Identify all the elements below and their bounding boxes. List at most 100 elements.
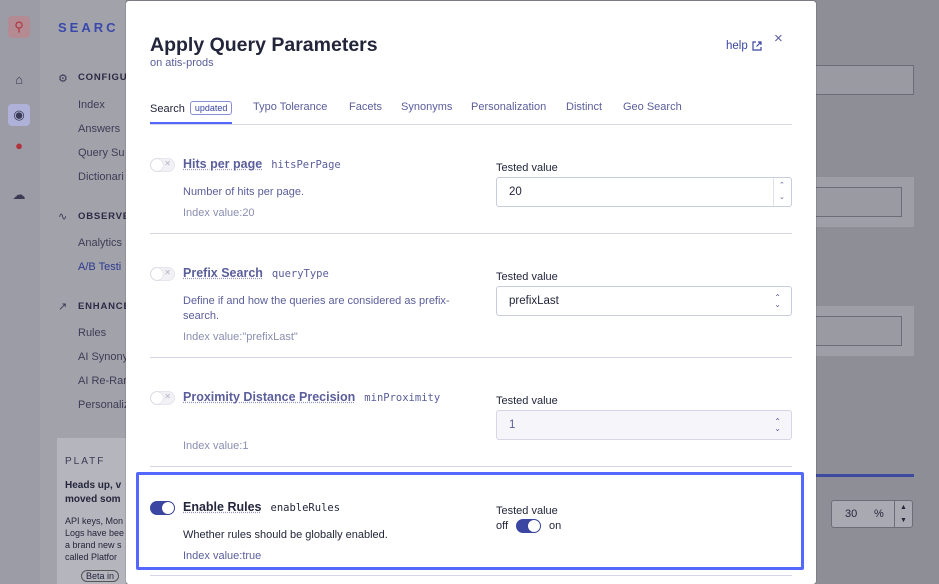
tested-value: 1	[509, 419, 516, 431]
param-name: Prefix Search queryType	[183, 266, 329, 280]
select-arrows-icon: ⌃ ⌄	[774, 417, 781, 433]
prefix-search-toggle[interactable]: ✕	[150, 267, 175, 281]
param-description: Define if and how the queries are consid…	[183, 295, 450, 322]
percent-spinner[interactable]: ▲ ▼	[894, 501, 912, 527]
tab-search[interactable]: Search updated	[150, 101, 233, 124]
platform-heading: PLATF	[65, 456, 106, 467]
bg-input-1	[816, 65, 914, 95]
number-stepper[interactable]: ⌃ ⌄	[773, 178, 791, 206]
hits-per-page-toggle[interactable]: ✕	[150, 158, 175, 172]
external-link-icon	[752, 41, 762, 51]
param-index-value: Index value:"prefixLast"	[183, 331, 298, 343]
platform-line1: Heads up, v	[65, 480, 122, 491]
gear-icon: ⚙	[58, 73, 68, 85]
param-index-value: Index value:true	[183, 550, 262, 562]
home-icon[interactable]: ⌂	[8, 68, 30, 90]
tested-value: 20	[509, 186, 522, 198]
parameter-tabs: Search updated Typo Tolerance Facets Syno…	[150, 97, 792, 125]
platform-card: PLATF Heads up, v moved som API keys, Mo…	[57, 438, 126, 584]
tab-search-label: Search	[150, 103, 185, 115]
param-key: enableRules	[270, 502, 341, 514]
brand-logo: SEARC	[58, 20, 119, 35]
sidebar-heading-observe: OBSERVE	[78, 211, 130, 222]
sidebar-item-index[interactable]: Index	[78, 99, 105, 111]
tested-value: prefixLast	[509, 295, 559, 307]
sidebar-item-answers[interactable]: Answers	[78, 123, 120, 135]
percent-stepper[interactable]: 30 % ▲ ▼	[831, 500, 913, 528]
tested-value-label: Tested value	[496, 395, 558, 407]
percent-unit: %	[874, 508, 884, 520]
param-row-enable-rules: Enable Rules enableRules Whether rules sh…	[150, 467, 792, 576]
tab-geo-search[interactable]: Geo Search	[623, 101, 682, 124]
param-name: Hits per page hitsPerPage	[183, 157, 341, 171]
param-index-value: Index value:1	[183, 440, 249, 452]
updated-badge: updated	[189, 101, 233, 115]
platform-body3: a brand new s	[65, 540, 122, 550]
sidebar-item-rules[interactable]: Rules	[78, 327, 106, 339]
dialog-subtitle: on atis-prods	[150, 57, 214, 69]
tab-distinct[interactable]: Distinct	[566, 101, 602, 124]
bg-input-3	[816, 316, 902, 346]
platform-body2: Logs have bee	[65, 528, 125, 538]
off-label: off	[496, 520, 509, 532]
dialog-title: Apply Query Parameters	[150, 34, 378, 56]
help-link[interactable]: help	[726, 40, 762, 52]
chevron-up-icon[interactable]: ⌃	[779, 181, 785, 189]
tab-typo-tolerance[interactable]: Typo Tolerance	[253, 101, 327, 124]
param-row-prefix-search: ✕ Prefix Search queryType Define if and h…	[150, 234, 792, 358]
apply-query-parameters-dialog: Apply Query Parameters on atis-prods hel…	[126, 1, 816, 584]
app-rail: ⚲ ⌂ ◉ ● ☁	[0, 0, 40, 584]
select-arrows-icon: ⌃ ⌄	[774, 293, 781, 309]
close-icon[interactable]: ×	[774, 30, 783, 47]
param-description: Number of hits per page.	[183, 186, 305, 198]
sidebar-heading-enhance: ENHANCE	[78, 301, 131, 312]
tested-value-label: Tested value	[496, 162, 558, 174]
alert-icon[interactable]: ●	[8, 134, 30, 156]
x-icon: ✕	[164, 392, 171, 401]
sidebar-item-ai-rerank[interactable]: AI Re-Ran	[78, 375, 129, 387]
param-name: Enable Rules enableRules	[183, 500, 341, 514]
param-row-hits-per-page: ✕ Hits per page hitsPerPage Number of hit…	[150, 125, 792, 234]
param-row-min-proximity: ✕ Proximity Distance Precision minProximi…	[150, 358, 792, 467]
param-key: minProximity	[364, 392, 441, 404]
param-index-value: Index value:20	[183, 207, 255, 219]
platform-body1: API keys, Mon	[65, 516, 124, 526]
min-proximity-toggle[interactable]: ✕	[150, 391, 175, 405]
x-icon: ✕	[164, 159, 171, 168]
trend-icon: ↗	[58, 301, 68, 313]
tab-personalization[interactable]: Personalization	[471, 101, 546, 124]
sidebar-item-ab-testing[interactable]: A/B Testi	[78, 261, 121, 273]
param-description: Whether rules should be globally enabled…	[183, 529, 388, 541]
param-key: hitsPerPage	[271, 159, 341, 171]
sidebar-item-personalization[interactable]: Personaliz	[78, 399, 129, 411]
param-name: Proximity Distance Precision minProximity	[183, 390, 441, 404]
pulse-icon: ∿	[58, 211, 68, 223]
chevron-down-icon[interactable]: ⌄	[779, 193, 785, 201]
percent-value: 30	[845, 508, 858, 520]
help-label: help	[726, 40, 748, 52]
min-proximity-select[interactable]: 1 ⌃ ⌄	[496, 410, 792, 440]
tab-facets[interactable]: Facets	[349, 101, 382, 124]
beta-badge[interactable]: Beta in	[81, 570, 120, 582]
sidebar-item-dictionaries[interactable]: Dictionari	[78, 171, 124, 183]
bg-input-2	[816, 187, 902, 217]
cloud-icon[interactable]: ☁	[8, 184, 30, 206]
sidebar-item-query-suggestions[interactable]: Query Su	[78, 147, 124, 159]
hits-per-page-input[interactable]: 20 ⌃ ⌄	[496, 177, 792, 207]
sidebar-item-ai-synonyms[interactable]: AI Synony	[78, 351, 128, 363]
on-label: on	[549, 520, 562, 532]
enable-rules-toggle[interactable]	[150, 501, 175, 515]
platform-body4: called Platfor	[65, 552, 118, 562]
tested-toggle[interactable]	[516, 519, 542, 533]
tested-value-label: Tested value	[496, 271, 558, 283]
tab-synonyms[interactable]: Synonyms	[401, 101, 452, 124]
x-icon: ✕	[164, 268, 171, 277]
prefix-search-select[interactable]: prefixLast ⌃ ⌄	[496, 286, 792, 316]
bg-accent-bar	[816, 474, 914, 477]
param-key: queryType	[271, 268, 329, 280]
search-icon[interactable]: ⚲	[8, 16, 30, 38]
enable-rules-switch[interactable]: off on	[496, 519, 561, 533]
platform-line2: moved som	[65, 494, 121, 505]
sidebar-item-analytics[interactable]: Analytics	[78, 237, 122, 249]
search-product-icon[interactable]: ◉	[8, 104, 30, 126]
